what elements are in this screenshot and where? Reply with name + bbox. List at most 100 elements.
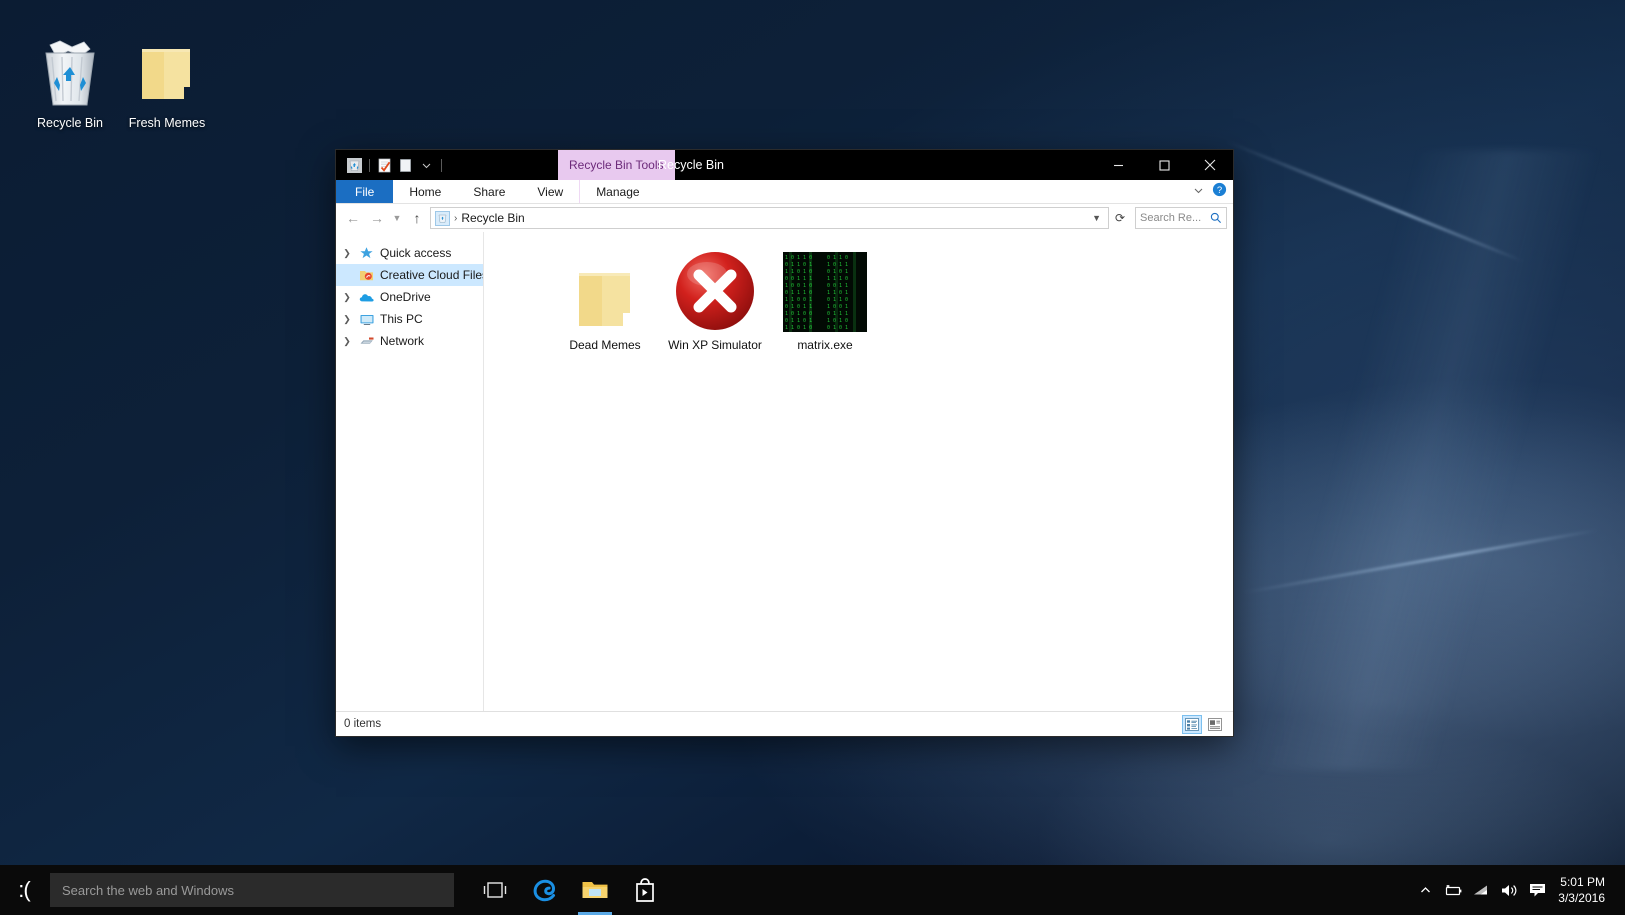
- file-list-view[interactable]: Dead Memes: [483, 232, 1233, 711]
- window-body: ❯ Quick access Creative Clou: [336, 232, 1233, 711]
- search-box[interactable]: [1135, 207, 1227, 229]
- desktop-icon-label: Fresh Memes: [112, 116, 222, 131]
- network-icon: [358, 333, 375, 350]
- file-item-win-xp-simulator[interactable]: Win XP Simulator: [660, 246, 770, 352]
- edge-browser-button[interactable]: [522, 865, 568, 915]
- large-icons-view-button[interactable]: [1205, 715, 1225, 734]
- back-arrow-icon[interactable]: ←: [342, 207, 364, 229]
- sidebar-item-label: Creative Cloud Files: [380, 268, 483, 282]
- window-title: Recycle Bin: [658, 150, 724, 180]
- file-item-label: Win XP Simulator: [668, 338, 762, 352]
- wifi-icon[interactable]: [1468, 865, 1494, 915]
- sidebar-item-label: OneDrive: [380, 290, 431, 304]
- folder-icon: [112, 34, 222, 114]
- chevron-right-icon[interactable]: ❯: [341, 248, 353, 259]
- battery-icon[interactable]: [1440, 865, 1466, 915]
- folder-icon: [574, 250, 636, 332]
- this-pc-icon: [358, 311, 375, 328]
- breadcrumb[interactable]: › Recycle Bin ▼: [430, 207, 1109, 229]
- contextual-tab-label: Recycle Bin Tools: [569, 158, 664, 172]
- task-view-button[interactable]: [472, 865, 518, 915]
- sidebar-item-quick-access[interactable]: ❯ Quick access: [336, 242, 483, 264]
- start-button-label: :(: [18, 877, 29, 903]
- taskbar-search-box[interactable]: [50, 873, 454, 907]
- quick-access-toolbar[interactable]: [336, 157, 444, 174]
- sidebar-item-onedrive[interactable]: ❯ OneDrive: [336, 286, 483, 308]
- star-icon: [358, 245, 375, 262]
- tab-file-label: File: [355, 185, 374, 199]
- file-item-matrix-exe[interactable]: 1 0 1 1 00 1 1 0 1 1 1 0 1 00 0 1 1 1 1 …: [770, 246, 880, 352]
- file-explorer-button[interactable]: [572, 865, 618, 915]
- tab-view[interactable]: View: [521, 180, 579, 203]
- sidebar-item-label: Network: [380, 334, 424, 348]
- recent-chevron-icon[interactable]: ▼: [390, 207, 404, 229]
- system-tray[interactable]: 5:01 PM 3/3/2016: [1412, 865, 1625, 915]
- refresh-icon[interactable]: ⟳: [1111, 211, 1129, 225]
- tab-view-label: View: [537, 185, 563, 199]
- action-center-icon[interactable]: [1524, 865, 1550, 915]
- tab-home[interactable]: Home: [393, 180, 457, 203]
- taskbar-clock[interactable]: 5:01 PM 3/3/2016: [1552, 874, 1617, 906]
- desktop-icon-label: Recycle Bin: [15, 116, 125, 131]
- chevron-down-icon[interactable]: [1193, 183, 1204, 201]
- properties-icon[interactable]: [376, 157, 393, 174]
- sidebar-item-label: Quick access: [380, 246, 451, 260]
- address-bar[interactable]: ← → ▼ ↑ › Recycle Bin ▼ ⟳: [336, 204, 1233, 232]
- navigation-pane[interactable]: ❯ Quick access Creative Clou: [336, 232, 483, 711]
- creative-cloud-icon: [358, 267, 375, 284]
- matrix-thumbnail-icon: 1 0 1 1 00 1 1 0 1 1 1 0 1 00 0 1 1 1 1 …: [783, 250, 867, 332]
- tab-share-label: Share: [473, 185, 505, 199]
- onedrive-icon: [358, 289, 375, 306]
- file-item-label: Dead Memes: [569, 338, 640, 352]
- chevron-right-icon[interactable]: ❯: [341, 314, 353, 325]
- file-item-dead-memes[interactable]: Dead Memes: [550, 246, 660, 352]
- recycle-bin-icon[interactable]: [346, 157, 363, 174]
- tab-file[interactable]: File: [336, 180, 393, 203]
- tab-manage-label: Manage: [596, 185, 639, 199]
- sidebar-item-creative-cloud-files[interactable]: Creative Cloud Files: [336, 264, 483, 286]
- taskbar-app-buttons[interactable]: [472, 865, 668, 915]
- tab-share[interactable]: Share: [457, 180, 521, 203]
- taskbar-search-input[interactable]: [62, 883, 442, 898]
- chevron-right-icon[interactable]: ❯: [341, 336, 353, 347]
- sidebar-item-this-pc[interactable]: ❯ This PC: [336, 308, 483, 330]
- up-arrow-icon[interactable]: ↑: [406, 207, 428, 229]
- desktop-icon-recycle-bin[interactable]: Recycle Bin: [15, 34, 125, 131]
- close-icon[interactable]: [1187, 150, 1233, 180]
- chevron-right-icon[interactable]: ❯: [341, 292, 353, 303]
- window-controls[interactable]: [1095, 150, 1233, 180]
- maximize-icon[interactable]: [1141, 150, 1187, 180]
- breadcrumb-separator: ›: [454, 213, 457, 224]
- new-folder-icon[interactable]: [397, 157, 414, 174]
- forward-arrow-icon[interactable]: →: [366, 207, 388, 229]
- ribbon-right-controls[interactable]: ?: [1193, 180, 1227, 204]
- search-input[interactable]: [1140, 212, 1210, 224]
- breadcrumb-path[interactable]: Recycle Bin: [461, 211, 524, 225]
- sidebar-item-label: This PC: [380, 312, 423, 326]
- customize-chevron-icon[interactable]: [418, 157, 435, 174]
- view-toggle-group[interactable]: [1182, 715, 1225, 734]
- chevron-down-icon[interactable]: ▼: [1092, 213, 1104, 223]
- tab-manage[interactable]: Manage: [579, 180, 655, 203]
- show-hidden-icons-chevron[interactable]: [1412, 865, 1438, 915]
- start-button[interactable]: :(: [0, 865, 48, 915]
- volume-icon[interactable]: [1496, 865, 1522, 915]
- toolbar-divider-2: [441, 159, 442, 172]
- search-icon: [1210, 212, 1222, 224]
- error-x-icon: [674, 250, 756, 332]
- minimize-icon[interactable]: [1095, 150, 1141, 180]
- window-titlebar[interactable]: Recycle Bin Tools Recycle Bin: [336, 150, 1233, 180]
- desktop-icon-fresh-memes[interactable]: Fresh Memes: [112, 34, 222, 131]
- window-title-text: Recycle Bin: [658, 158, 724, 172]
- file-explorer-window[interactable]: Recycle Bin Tools Recycle Bin File Home …: [336, 150, 1233, 736]
- help-icon[interactable]: ?: [1212, 182, 1227, 202]
- sidebar-item-network[interactable]: ❯ Network: [336, 330, 483, 352]
- toolbar-divider: [369, 159, 370, 172]
- taskbar[interactable]: :(: [0, 865, 1625, 915]
- clock-time: 5:01 PM: [1558, 874, 1605, 890]
- item-count-label: 0 items: [344, 718, 381, 730]
- ribbon-tab-bar[interactable]: File Home Share View Manage ?: [336, 180, 1233, 204]
- details-view-button[interactable]: [1182, 715, 1202, 734]
- store-button[interactable]: [622, 865, 668, 915]
- svg-text:?: ?: [1217, 185, 1222, 196]
